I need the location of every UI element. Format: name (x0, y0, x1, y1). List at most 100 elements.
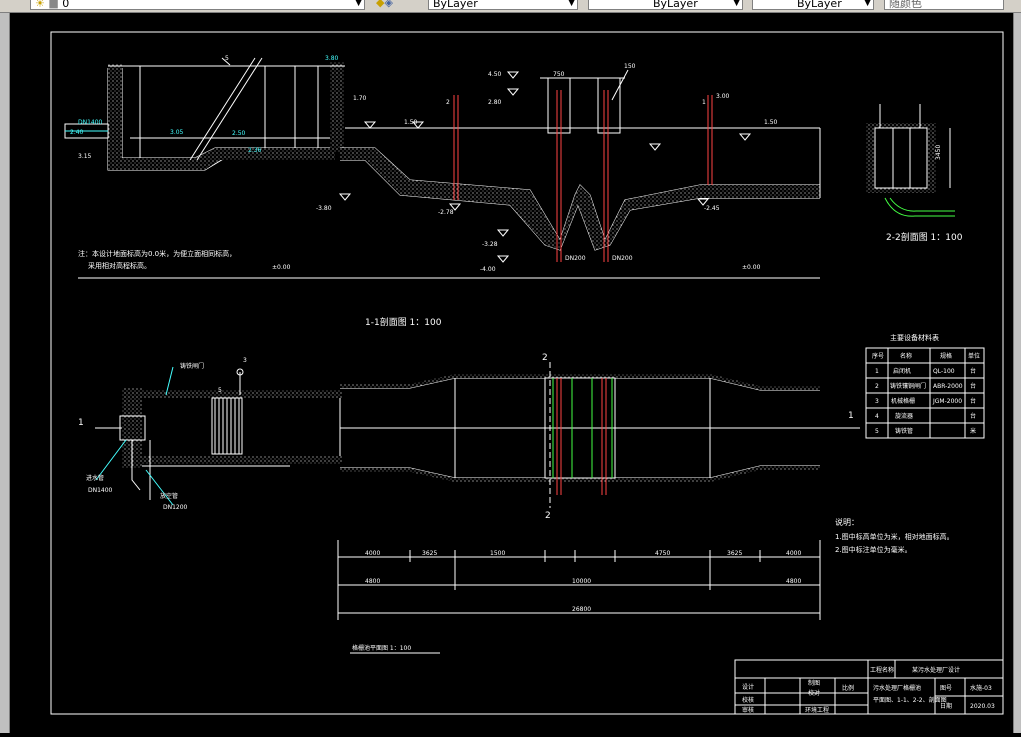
tb-design: 设计 (742, 683, 754, 691)
title-block (734, 659, 1004, 715)
drawing-canvas[interactable]: DN1400 5 3.80 3.05 2.50 2.36 2.40 3.15 1… (10, 13, 1013, 733)
table-row: 5 (875, 428, 879, 435)
plan-view (95, 362, 860, 508)
note-top: 注：本设计地面标高为0.0米，为便立面相同标高， (78, 249, 236, 258)
note-top2: 采用相对高程标高。 (88, 261, 151, 270)
num5-label: 5 (225, 55, 229, 62)
tb-drawing-no: 水施-03 (970, 684, 992, 692)
material-table (865, 347, 985, 439)
outlet-pipe-label: 放空管 (160, 492, 178, 500)
tb-checker: 校对 (808, 689, 820, 697)
table-row: 1 (875, 368, 879, 375)
table-cell: QL-100 (933, 368, 955, 375)
table-row: 2 (875, 383, 879, 390)
chevron-down-icon: ▼ (733, 0, 740, 8)
right-scrollbar[interactable] (1013, 13, 1021, 733)
tb-project-label: 工程名称 (870, 666, 894, 674)
el-250-label: 2.50 (232, 130, 246, 137)
chevron-down-icon: ▼ (864, 0, 871, 8)
cad-drawing: DN1400 5 3.80 3.05 2.50 2.36 2.40 3.15 1… (50, 31, 1004, 715)
table-cell: 台 (970, 412, 976, 420)
el-380-label: 3.80 (325, 55, 339, 62)
table-cell: 台 (970, 397, 976, 405)
legend-line1: 1.图中标高单位为米，相对地面标高。 (835, 532, 954, 541)
left-scrollbar[interactable] (0, 13, 10, 733)
table-cell: 铸铁镶铜闸门 (890, 382, 926, 390)
layer-tools-icons[interactable]: ◆◈ (372, 0, 416, 10)
tb-drawing-name: 污水处理厂格栅池 (873, 684, 921, 692)
num1a-label: 1 (78, 418, 84, 428)
dim-150-label: 150 (624, 63, 636, 70)
tb-check: 校核 (742, 696, 754, 704)
dim-26800-label: 26800 (572, 606, 591, 613)
dim-3625b-label: 3625 (727, 550, 742, 557)
dim-750-label: 750 (553, 71, 565, 78)
dim-4800b-label: 4800 (786, 578, 801, 585)
dn200a-label: DN200 (565, 255, 586, 262)
table-cell: 旋流器 (895, 412, 913, 420)
tb-date-label: 日期 (940, 702, 952, 710)
tb-scale-label: 比例 (842, 684, 854, 692)
plotstyle-value: 随颜色 (889, 0, 922, 10)
el-240-label: 2.40 (70, 129, 84, 136)
th-3: 单位 (968, 352, 980, 360)
color-value: ByLayer (433, 0, 478, 10)
table-cell: 机械格栅 (891, 397, 915, 405)
el-neg328-label: -3.28 (482, 241, 498, 248)
layer-previous-icon: ◈ (384, 0, 393, 9)
dim-4000b-label: 4000 (786, 550, 801, 557)
table-cell: ABR-2000 (933, 383, 963, 390)
svg-text:3450: 3450 (935, 145, 942, 160)
inlet-pipe-label: 进水管 (86, 474, 104, 482)
dim-3625-label: 3625 (422, 550, 437, 557)
num3-label: 3 (243, 357, 247, 364)
plotstyle-dropdown[interactable]: 随颜色 (884, 0, 1004, 10)
el-neg380-label: -3.80 (316, 205, 332, 212)
table-row: 3 (875, 398, 879, 405)
table-cell: 台 (970, 382, 976, 390)
table-cell: 米 (970, 427, 976, 435)
layer-dropdown[interactable]: ☀ ■ 0 ▼ (30, 0, 365, 10)
num2top-label: 2 (542, 353, 548, 363)
el-1-50-label: 1.50 (764, 119, 778, 126)
dim-4750-label: 4750 (655, 550, 670, 557)
legend-title: 说明： (835, 517, 859, 527)
dn1400-label: DN1400 (78, 119, 103, 126)
tb-designer: 制图 (808, 679, 820, 687)
table-row: 4 (875, 413, 879, 420)
el-280-label: 2.80 (488, 99, 502, 106)
num2-label: 2 (446, 99, 450, 106)
plan-num5-label: 5 (218, 387, 222, 394)
tb-date: 2020.03 (970, 703, 995, 710)
th-0: 序号 (872, 352, 884, 360)
wall-hatch (108, 64, 122, 170)
ground-left-label: ±0.00 (272, 264, 291, 271)
dim-4800-label: 4800 (365, 578, 380, 585)
lineweight-dropdown[interactable]: ByLayer ▼ (752, 0, 874, 10)
section-1-1 (64, 57, 821, 279)
el-236-label: 2.36 (248, 147, 262, 154)
layer-value: 0 (62, 0, 70, 10)
th-1: 名称 (900, 352, 912, 360)
dn200b-label: DN200 (612, 255, 633, 262)
el-150-label: 1.50 (404, 119, 418, 126)
dim-1500-label: 1500 (490, 550, 505, 557)
color-dropdown[interactable]: ByLayer ▼ (428, 0, 578, 10)
tb-approve: 审核 (742, 706, 754, 714)
table-cell: JGM-2000 (932, 398, 962, 405)
table-cell: 台 (970, 367, 976, 375)
drawing-border (50, 31, 1004, 715)
lineweight-value: ByLayer (797, 0, 842, 10)
dn1200-label: DN1200 (163, 504, 188, 511)
el-170-label: 1.70 (353, 95, 367, 102)
tb-drawing-no-label: 图号 (940, 685, 952, 692)
el-neg245-label: -2.45 (704, 205, 720, 212)
tb-school: 环境工程 (805, 706, 829, 714)
tb-project-name: 某污水处理厂设计 (912, 666, 960, 674)
legend-line2: 2.图中标注单位为毫米。 (835, 545, 912, 554)
dim-4000-label: 4000 (365, 550, 380, 557)
num1b-label: 1 (848, 411, 854, 421)
el-305-label: 3.05 (170, 129, 184, 136)
el-neg400-label: -4.00 (480, 266, 496, 273)
linetype-dropdown[interactable]: ByLayer ▼ (588, 0, 743, 10)
